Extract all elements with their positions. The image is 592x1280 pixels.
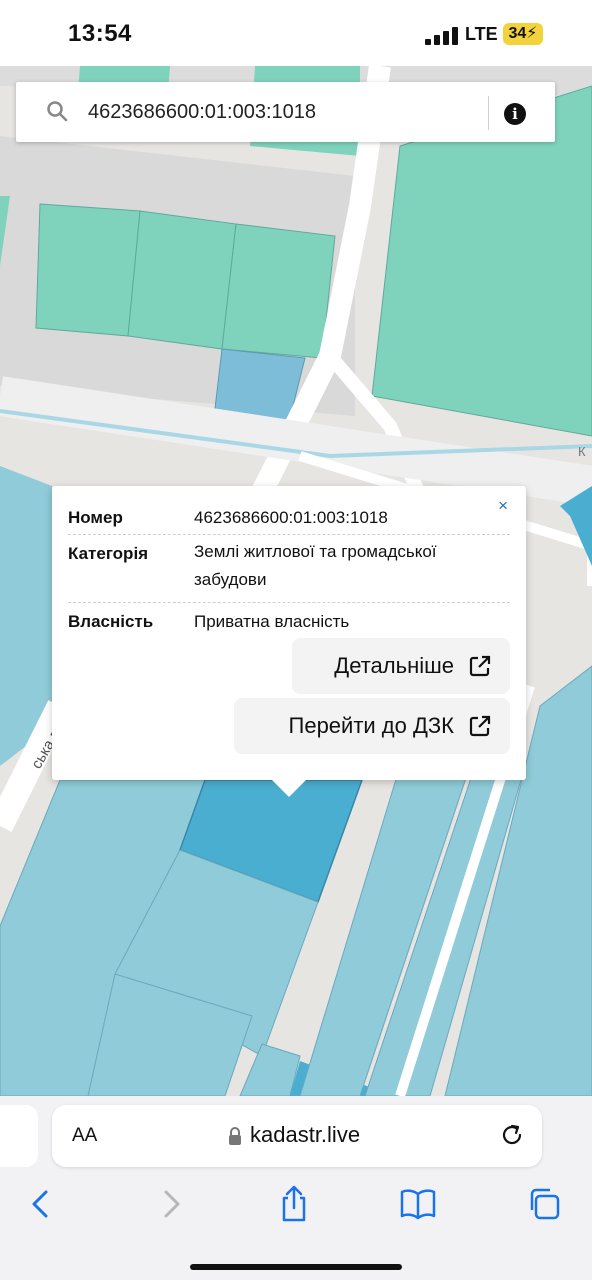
details-button[interactable]: Детальніше [292, 638, 510, 694]
popup-row-ownership: Власність Приватна власність [68, 610, 510, 634]
popup-pointer [272, 780, 306, 797]
external-link-icon [469, 655, 491, 677]
battery-icon: 34⚡ [503, 23, 543, 45]
search-icon [47, 101, 68, 122]
bookmarks-icon[interactable] [398, 1184, 438, 1224]
forward-icon[interactable] [150, 1184, 190, 1224]
row-value: Землі житлової та громадської забудови [194, 542, 437, 589]
status-time: 13:54 [68, 20, 132, 47]
street-label: К [578, 444, 586, 459]
tabs-icon[interactable] [524, 1184, 564, 1224]
status-bar: 13:54 LTE 34⚡ [0, 0, 592, 66]
parcel-green[interactable] [221, 223, 336, 359]
row-value: 4623686600:01:003:1018 [194, 508, 388, 527]
row-label: Номер [68, 508, 123, 527]
external-link-icon [469, 715, 491, 737]
share-icon[interactable] [274, 1184, 314, 1224]
back-icon[interactable] [22, 1184, 62, 1224]
row-label: Власність [68, 612, 154, 631]
url-text[interactable]: kadastr.live [250, 1122, 360, 1148]
battery-level: 34 [508, 25, 527, 42]
reload-icon[interactable] [498, 1121, 526, 1149]
lock-icon [229, 1127, 241, 1145]
browser-toolbar: AA kadastr.live [0, 1096, 592, 1280]
parcel-green[interactable] [35, 203, 141, 337]
search-bar[interactable]: i [16, 82, 555, 142]
parcel-blue[interactable] [239, 1043, 301, 1096]
search-input[interactable] [88, 94, 488, 130]
text-size-button[interactable]: AA [72, 1125, 97, 1147]
goto-dzk-button[interactable]: Перейти до ДЗК [234, 698, 510, 754]
info-icon[interactable]: i [504, 103, 526, 125]
address-bar[interactable]: AA kadastr.live [52, 1105, 542, 1167]
goto-dzk-label: Перейти до ДЗК [288, 713, 454, 738]
parcel-green[interactable] [127, 210, 237, 350]
parcel-popup: × Номер 4623686600:01:003:1018 Категорія… [52, 486, 526, 780]
search-divider [488, 96, 489, 130]
network-label: LTE [465, 24, 498, 44]
previous-tab-peek[interactable] [0, 1105, 38, 1167]
signal-icon [425, 27, 458, 45]
home-indicator[interactable] [190, 1264, 402, 1270]
row-value: Приватна власність [194, 612, 350, 631]
popup-row-category: Категорія Землі житлової та громадської … [68, 542, 510, 603]
details-label: Детальніше [334, 653, 454, 678]
row-label: Категорія [68, 544, 149, 563]
popup-row-number: Номер 4623686600:01:003:1018 [68, 506, 510, 535]
